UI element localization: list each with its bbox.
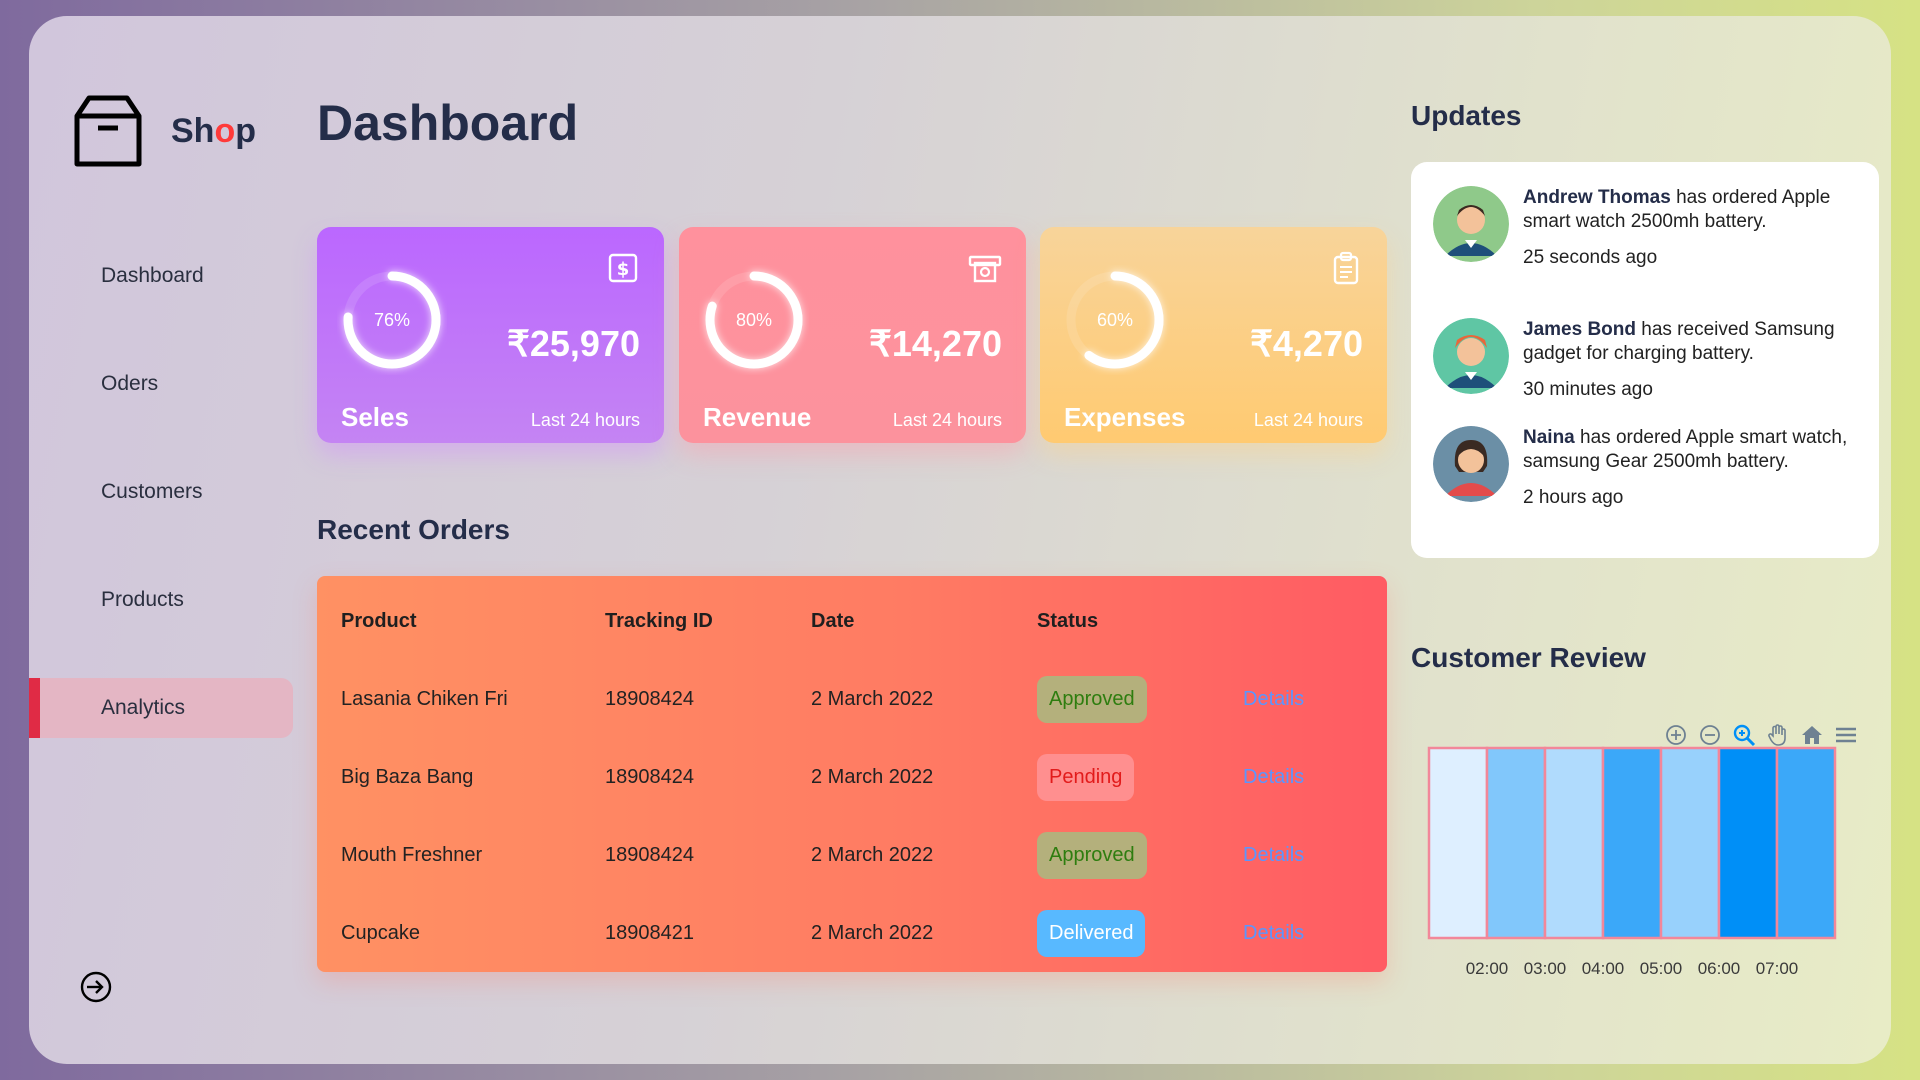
- card-percent: 80%: [735, 309, 773, 330]
- column-header: Tracking ID: [605, 609, 713, 632]
- card-label: Revenue: [703, 402, 812, 432]
- pan-hand-icon[interactable]: [1765, 722, 1790, 747]
- page-title: Dashboard: [317, 95, 579, 151]
- brand-name: Shop: [171, 111, 257, 150]
- update-time: 2 hours ago: [1523, 487, 1624, 508]
- avatar: [1433, 318, 1509, 394]
- product-cell: Big Baza Bang: [341, 765, 474, 788]
- orders-table: Product Tracking ID Date Status Lasania …: [317, 576, 1387, 972]
- box-icon: [74, 95, 142, 167]
- column-header: Product: [341, 609, 417, 632]
- zoom-out-icon[interactable]: [1697, 722, 1722, 747]
- status-badge: Delivered: [1037, 909, 1146, 957]
- date-cell: 2 March 2022: [811, 765, 934, 788]
- sidebar-item-orders[interactable]: Oders: [29, 354, 293, 414]
- table-row: Lasania Chiken Fri 18908424 2 March 2022…: [317, 660, 1387, 738]
- card-sales[interactable]: 76% $ ₹25,970 Seles Last 24 hours: [317, 227, 664, 443]
- tracking-cell: 18908421: [605, 921, 694, 944]
- zoom-in-icon[interactable]: [1663, 722, 1688, 747]
- update-item: Naina has ordered Apple smart watch, sam…: [1433, 426, 1873, 510]
- card-subtitle: Last 24 hours: [530, 410, 640, 430]
- card-label: Seles: [341, 402, 409, 432]
- date-cell: 2 March 2022: [811, 921, 934, 944]
- update-name: Andrew Thomas: [1523, 187, 1671, 208]
- card-percent: 60%: [1096, 309, 1134, 330]
- tracking-cell: 18908424: [605, 765, 694, 788]
- x-tick-label: 03:00: [1524, 959, 1567, 978]
- date-cell: 2 March 2022: [811, 687, 934, 710]
- product-cell: Mouth Freshner: [341, 843, 483, 866]
- update-name: Naina: [1523, 427, 1575, 448]
- heatmap-cell[interactable]: [1485, 746, 1547, 940]
- update-item: James Bond has received Samsung gadget f…: [1433, 318, 1873, 402]
- x-tick-label: 05:00: [1640, 959, 1683, 978]
- update-item: Andrew Thomas has ordered Apple smart wa…: [1433, 186, 1873, 270]
- x-tick-label: 06:00: [1698, 959, 1741, 978]
- recent-orders-title: Recent Orders: [317, 514, 510, 545]
- customer-review-heatmap: 02:00 03:00 04:00 05:00 06:00 07:00: [1427, 746, 1837, 978]
- x-tick-label: 07:00: [1756, 959, 1799, 978]
- product-cell: Lasania Chiken Fri: [341, 687, 508, 710]
- menu-icon[interactable]: [1833, 722, 1858, 747]
- details-link[interactable]: Details: [1243, 766, 1304, 788]
- product-cell: Cupcake: [341, 921, 420, 944]
- magnify-icon[interactable]: [1731, 722, 1756, 747]
- status-badge: Pending: [1037, 753, 1135, 801]
- money-icon: [968, 255, 1002, 283]
- customer-review-title: Customer Review: [1411, 642, 1646, 673]
- update-time: 30 minutes ago: [1523, 379, 1653, 400]
- heatmap-cell[interactable]: [1543, 746, 1605, 940]
- svg-text:$: $: [617, 259, 630, 280]
- logo: Shop: [71, 94, 256, 168]
- chart-toolbar: [1663, 722, 1858, 747]
- table-row: Cupcake 18908421 2 March 2022 Delivered …: [317, 894, 1387, 972]
- heatmap-cell[interactable]: [1717, 746, 1779, 940]
- avatar: [1433, 426, 1509, 502]
- status-badge: Approved: [1037, 675, 1147, 723]
- card-percent: 76%: [373, 309, 411, 330]
- card-revenue[interactable]: 80% ₹14,270 Revenue Last 24 hours: [679, 227, 1026, 443]
- dollar-icon: $: [608, 253, 638, 283]
- sidebar-item-customers[interactable]: Customers: [29, 462, 293, 522]
- details-link[interactable]: Details: [1243, 688, 1304, 710]
- column-header: Date: [811, 609, 855, 632]
- update-name: James Bond: [1523, 319, 1636, 340]
- card-subtitle: Last 24 hours: [892, 410, 1002, 430]
- details-link[interactable]: Details: [1243, 922, 1304, 944]
- status-badge: Approved: [1037, 831, 1147, 879]
- sidebar-item-analytics[interactable]: Analytics: [29, 678, 293, 738]
- updates-panel: Andrew Thomas has ordered Apple smart wa…: [1411, 162, 1879, 558]
- clipboard-icon: [1333, 251, 1359, 285]
- date-cell: 2 March 2022: [811, 843, 934, 866]
- app-window: Shop Dashboard Oders Customers Products …: [29, 16, 1891, 1064]
- table-row: Mouth Freshner 18908424 2 March 2022 App…: [317, 816, 1387, 894]
- sidebar-item-products[interactable]: Products: [29, 570, 293, 630]
- card-expenses[interactable]: 60% ₹4,270 Expenses Last 24 hours: [1040, 227, 1387, 443]
- tracking-cell: 18908424: [605, 687, 694, 710]
- heatmap-cell[interactable]: [1775, 746, 1837, 940]
- card-value: ₹25,970: [506, 323, 640, 364]
- tracking-cell: 18908424: [605, 843, 694, 866]
- column-header: Status: [1037, 609, 1099, 632]
- avatar: [1433, 186, 1509, 262]
- card-value: ₹4,270: [1250, 323, 1363, 364]
- card-value: ₹14,270: [868, 323, 1002, 364]
- card-subtitle: Last 24 hours: [1253, 410, 1363, 430]
- home-icon[interactable]: [1799, 722, 1824, 747]
- heatmap-cell[interactable]: [1601, 746, 1663, 940]
- updates-title: Updates: [1411, 100, 1522, 131]
- sign-out-icon[interactable]: [78, 969, 114, 1005]
- table-row: Big Baza Bang 18908424 2 March 2022 Pend…: [317, 738, 1387, 816]
- card-label: Expenses: [1064, 402, 1186, 432]
- column-header-actions: [1243, 576, 1387, 660]
- sidebar-item-dashboard[interactable]: Dashboard: [29, 246, 293, 306]
- x-tick-label: 02:00: [1466, 959, 1509, 978]
- x-tick-label: 04:00: [1582, 959, 1625, 978]
- table-header: Product Tracking ID Date Status: [317, 576, 1387, 660]
- heatmap-cell[interactable]: [1659, 746, 1721, 940]
- details-link[interactable]: Details: [1243, 844, 1304, 866]
- update-time: 25 seconds ago: [1523, 247, 1658, 268]
- heatmap-cell[interactable]: [1427, 746, 1489, 940]
